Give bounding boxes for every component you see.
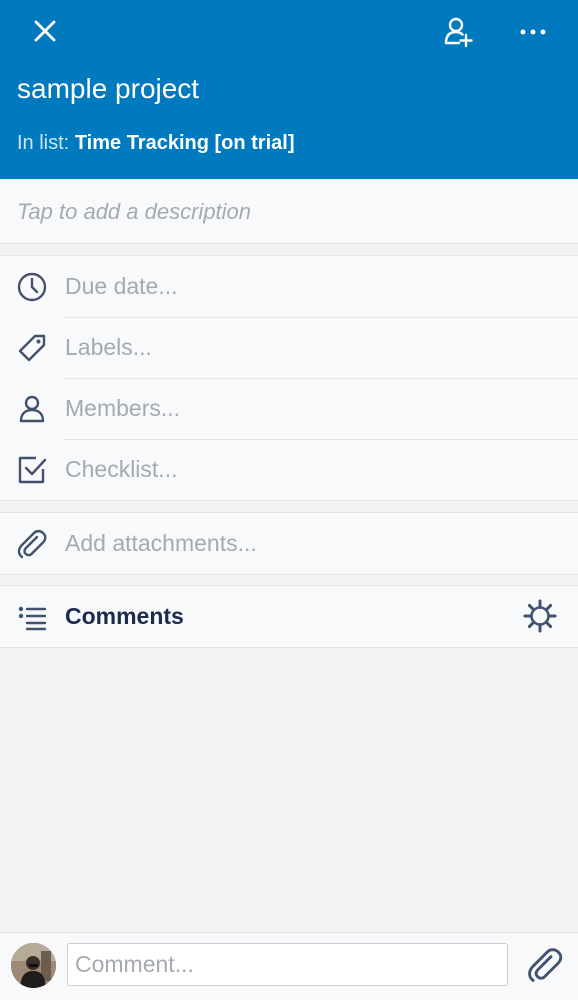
comments-title: Comments xyxy=(65,603,184,629)
person-icon xyxy=(19,395,45,423)
members-row[interactable]: Members... xyxy=(0,378,578,439)
comments-header: Comments xyxy=(0,585,578,648)
checklist-row[interactable]: Checklist... xyxy=(0,439,578,500)
due-date-row[interactable]: Due date... xyxy=(0,256,578,317)
list-info: In list: Time Tracking [on trial] xyxy=(17,132,295,155)
card-title[interactable]: sample project xyxy=(17,73,199,105)
close-button[interactable] xyxy=(24,10,66,52)
labels-row[interactable]: Labels... xyxy=(0,317,578,378)
label-tag-icon xyxy=(18,334,46,362)
avatar[interactable] xyxy=(11,943,56,988)
description-field[interactable]: Tap to add a description xyxy=(0,180,578,244)
clock-icon xyxy=(17,272,47,302)
avatar-photo xyxy=(11,943,56,988)
card-header: sample project In list: Time Tracking [o… xyxy=(0,0,578,179)
add-member-icon xyxy=(444,17,473,48)
close-icon xyxy=(34,20,56,42)
comment-input[interactable] xyxy=(67,943,508,986)
add-attachments-label: Add attachments... xyxy=(65,530,257,556)
add-attachments-row[interactable]: Add attachments... xyxy=(0,513,578,574)
comment-composer xyxy=(0,932,578,1000)
gear-icon[interactable] xyxy=(522,598,558,634)
more-icon xyxy=(520,29,546,35)
due-date-label: Due date... xyxy=(65,273,178,299)
checklist-label: Checklist... xyxy=(65,456,178,482)
labels-label: Labels... xyxy=(65,334,152,360)
paperclip-icon xyxy=(17,529,47,559)
card-properties: Due date... Labels... Members... Checkli… xyxy=(0,255,578,501)
in-list-label: In list: xyxy=(17,132,70,154)
list-icon xyxy=(18,606,47,631)
comments-title-row: Comments xyxy=(0,586,578,647)
paperclip-icon[interactable] xyxy=(526,946,564,984)
members-label: Members... xyxy=(65,395,181,421)
attachments-section: Add attachments... xyxy=(0,512,578,575)
more-options-button[interactable] xyxy=(511,10,555,54)
list-name: Time Tracking [on trial] xyxy=(74,132,295,154)
checkbox-icon xyxy=(18,456,47,484)
add-member-button[interactable] xyxy=(436,10,480,54)
description-placeholder: Tap to add a description xyxy=(17,199,252,224)
